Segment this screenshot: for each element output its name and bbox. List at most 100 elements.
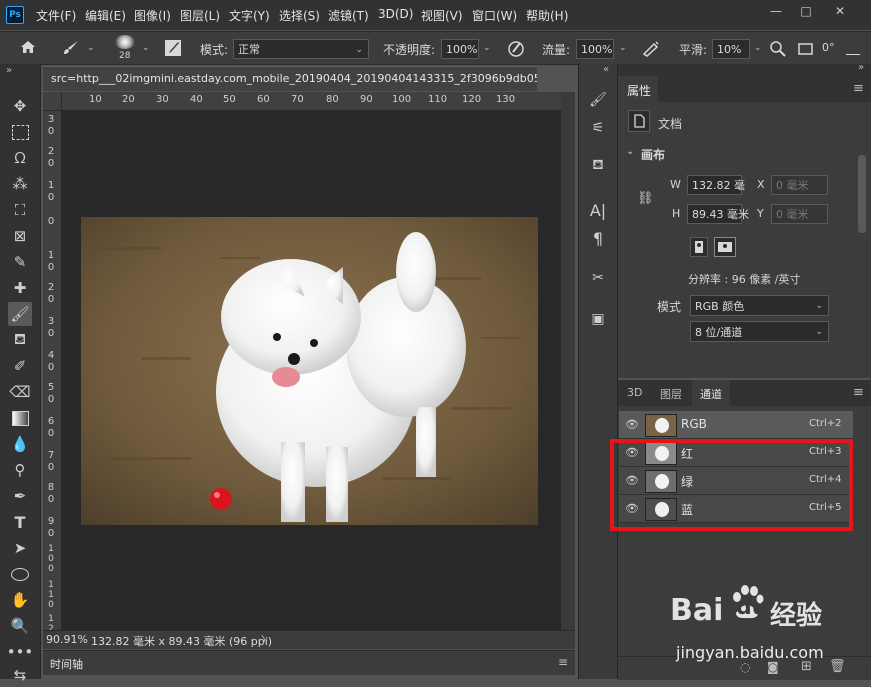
more-tools-icon[interactable]: •••: [7, 640, 34, 664]
menu-select[interactable]: 选择(S): [279, 7, 320, 24]
move-tool-icon[interactable]: ✥: [8, 94, 32, 118]
brush-settings-panel-icon[interactable]: ⚟: [586, 116, 610, 140]
smoothing-input[interactable]: 10%: [712, 39, 750, 59]
brush-preview-icon[interactable]: [115, 35, 135, 49]
restore-button[interactable]: □: [796, 4, 816, 18]
y-input[interactable]: 0 毫米: [771, 204, 828, 224]
history-brush-tool-icon[interactable]: ✐: [8, 354, 32, 378]
document-tab[interactable]: src=http___02imgmini.eastday.com_mobile_…: [43, 66, 537, 91]
hand-tool-icon[interactable]: ✋: [8, 588, 32, 612]
bit-depth-select[interactable]: 8 位/通道 ⌄: [690, 321, 829, 342]
collapse-icon[interactable]: »: [858, 62, 864, 73]
menu-filter[interactable]: 滤镜(T): [328, 7, 369, 24]
pen-tool-icon[interactable]: ✒: [8, 484, 32, 508]
clone-stamp-tool-icon[interactable]: ⛾: [8, 328, 32, 352]
highlight-box: [610, 439, 853, 531]
paragraph-panel-icon[interactable]: ¶: [586, 226, 610, 250]
frame-tool-icon[interactable]: ⊠: [8, 224, 32, 248]
link-icon[interactable]: ⛓: [637, 191, 654, 206]
menu-view[interactable]: 视图(V): [421, 7, 463, 24]
zoom-level[interactable]: 90.91%: [46, 633, 88, 646]
eyedropper-tool-icon[interactable]: ✎: [8, 250, 32, 274]
home-icon[interactable]: [20, 40, 36, 54]
opacity-input[interactable]: 100%: [441, 39, 479, 59]
width-input[interactable]: 132.82 毫: [687, 175, 745, 195]
chevron-down-icon[interactable]: ⌄: [626, 146, 634, 157]
close-button[interactable]: ✕: [830, 4, 850, 18]
minimize-button[interactable]: —: [766, 4, 786, 18]
vertical-scrollbar[interactable]: [561, 92, 575, 630]
collapse-icon[interactable]: «: [603, 64, 609, 75]
swap-colors-icon[interactable]: ⇆: [8, 663, 32, 687]
history-panel-icon[interactable]: ▣: [586, 307, 610, 331]
blur-tool-icon[interactable]: 💧: [8, 432, 32, 456]
ellipse-tool-icon[interactable]: [8, 562, 32, 586]
panel-menu-icon[interactable]: ≡: [853, 81, 864, 96]
photoshop-logo-icon: Ps: [6, 6, 24, 24]
clone-source-panel-icon[interactable]: ⛾: [586, 154, 610, 178]
healing-brush-tool-icon[interactable]: ✚: [8, 276, 32, 300]
pressure-opacity-icon[interactable]: [507, 40, 525, 58]
crop-tool-icon[interactable]: ⛶: [8, 198, 32, 222]
chevron-down-icon[interactable]: ⌄: [483, 43, 491, 53]
portrait-orientation-icon[interactable]: [690, 237, 708, 257]
menu-type[interactable]: 文字(Y): [229, 7, 270, 24]
panel-menu-icon[interactable]: ≡: [853, 385, 864, 400]
brush-tool-icon[interactable]: [62, 40, 80, 56]
timeline-tab[interactable]: 时间轴: [50, 656, 83, 672]
menu-help[interactable]: 帮助(H): [526, 7, 568, 24]
path-selection-tool-icon[interactable]: ➤: [8, 536, 32, 560]
chevron-down-icon[interactable]: ⌄: [87, 43, 95, 53]
brush-tool-icon[interactable]: 🖌: [8, 302, 32, 326]
chevron-down-icon: ⌄: [815, 301, 823, 311]
panel-menu-icon[interactable]: ≡: [558, 655, 568, 669]
flow-input[interactable]: 100%: [576, 39, 614, 59]
brush-settings-icon[interactable]: [164, 39, 182, 57]
document-label: 文档: [658, 117, 683, 131]
brush-panel-icon[interactable]: 🖌: [586, 88, 610, 112]
landscape-orientation-icon[interactable]: [714, 237, 736, 257]
properties-scrollbar[interactable]: [858, 155, 866, 233]
chevron-down-icon[interactable]: ⌄: [754, 43, 762, 53]
mode-select[interactable]: 正常 ⌄: [233, 39, 369, 59]
gradient-tool-icon[interactable]: [8, 406, 32, 430]
document-image[interactable]: [81, 217, 538, 525]
watermark-brand: Bai: [670, 593, 724, 628]
ruler-tick: 30: [156, 94, 169, 105]
ruler-origin[interactable]: [43, 92, 62, 111]
type-tool-icon[interactable]: T: [8, 510, 32, 534]
height-input[interactable]: 89.43 毫米: [687, 204, 749, 224]
angle-value[interactable]: 0°: [822, 41, 835, 54]
status-arrow-icon[interactable]: 〉: [261, 632, 272, 648]
x-input[interactable]: 0 毫米: [771, 175, 828, 195]
tab-channels[interactable]: 通道: [692, 380, 730, 406]
channels-tabs: 3D 图层 通道 ≡: [618, 380, 871, 406]
marquee-tool-icon[interactable]: [8, 120, 32, 144]
menu-3d[interactable]: 3D(D): [378, 7, 413, 21]
channel-row-rgb[interactable]: 👁 RGB Ctrl+2: [619, 411, 853, 439]
menu-edit[interactable]: 编辑(E): [85, 7, 126, 24]
lasso-tool-icon[interactable]: ᘯ: [8, 146, 32, 170]
tool-presets-panel-icon[interactable]: ✂: [586, 266, 610, 290]
dodge-tool-icon[interactable]: ⚲: [8, 458, 32, 482]
eye-icon[interactable]: 👁: [625, 418, 639, 431]
angle-icon[interactable]: [798, 42, 814, 56]
eraser-tool-icon[interactable]: ⌫: [8, 380, 32, 404]
chevron-down-icon[interactable]: ⌄: [619, 43, 627, 53]
menu-window[interactable]: 窗口(W): [472, 7, 517, 24]
tab-3d[interactable]: 3D: [627, 386, 642, 399]
color-mode-select[interactable]: RGB 颜色 ⌄: [690, 295, 829, 316]
menu-layer[interactable]: 图层(L): [180, 7, 220, 24]
collapse-icon[interactable]: »: [6, 65, 12, 76]
airbrush-icon[interactable]: [642, 40, 660, 58]
zoom-tool-icon[interactable]: 🔍: [8, 614, 32, 638]
menu-file[interactable]: 文件(F): [36, 7, 76, 24]
ruler-tick: 40: [190, 94, 203, 105]
smoothing-settings-icon[interactable]: [769, 40, 787, 58]
character-panel-icon[interactable]: A|: [586, 198, 610, 222]
menu-image[interactable]: 图像(I): [134, 7, 171, 24]
tab-layers[interactable]: 图层: [660, 386, 682, 402]
magic-wand-tool-icon[interactable]: ⁂: [8, 172, 32, 196]
chevron-down-icon[interactable]: ⌄: [142, 43, 150, 53]
tab-properties[interactable]: 属性: [618, 76, 658, 102]
